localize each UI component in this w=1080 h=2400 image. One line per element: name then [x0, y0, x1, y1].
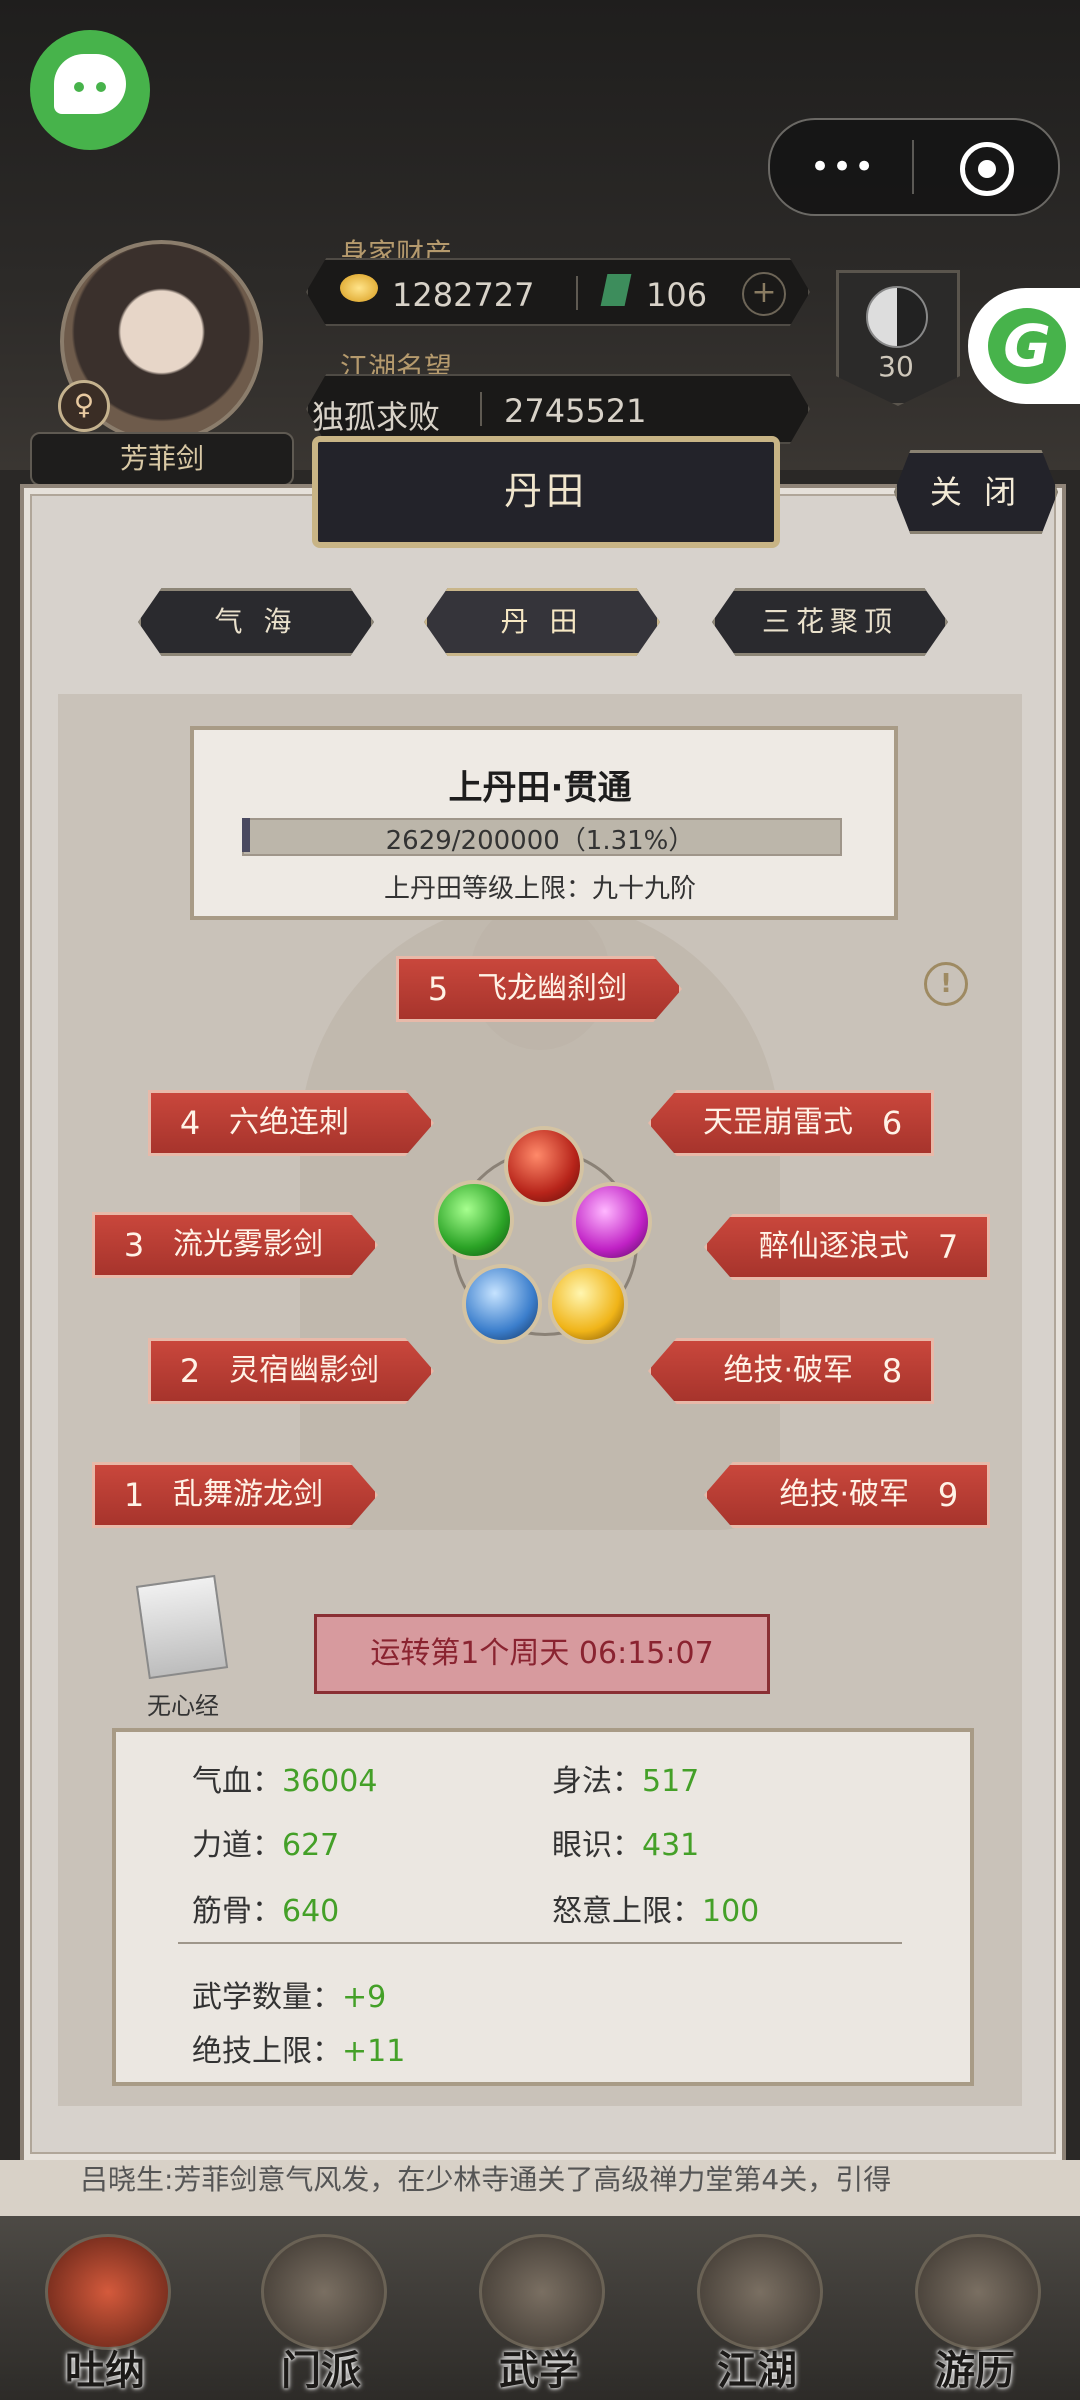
stat-rage: 怒意上限：100: [552, 1894, 760, 1929]
floating-g-button[interactable]: G: [968, 288, 1080, 404]
close-button[interactable]: 关 闭: [894, 450, 1058, 534]
skill-name: 乱舞游龙剑: [173, 1477, 323, 1512]
tab-sanhua[interactable]: 三花聚顶: [712, 588, 948, 656]
skill-number: 3: [123, 1226, 145, 1264]
skill-number: 4: [179, 1104, 201, 1142]
skill-name: 绝技·破军: [723, 1353, 853, 1388]
stat-strength: 力道：627: [192, 1828, 340, 1863]
app-logo-icon[interactable]: [30, 30, 150, 150]
nav-menpai[interactable]: 门派: [246, 2228, 396, 2394]
skill-name: 灵宿幽影剑: [229, 1353, 379, 1388]
info-alert-icon[interactable]: !: [924, 962, 968, 1006]
skill-number: 8: [881, 1352, 903, 1390]
scripture-book-icon[interactable]: [135, 1574, 229, 1680]
skill-slot-6[interactable]: 6 天罡崩雷式: [648, 1090, 934, 1156]
nav-jianghu[interactable]: 江湖: [682, 2228, 832, 2394]
gold-ingot-icon: [340, 274, 378, 302]
skill-slot-8[interactable]: 8 绝技·破军: [648, 1338, 934, 1404]
nav-label: 门派: [281, 2347, 361, 2394]
red-gem-icon[interactable]: [504, 1126, 584, 1206]
sect-icon: [261, 2234, 387, 2350]
realm-progress-text: 2629/200000（1.31%）: [385, 826, 695, 856]
wealth-bar: [306, 258, 810, 326]
add-currency-button[interactable]: +: [742, 272, 786, 316]
fame-value: 2745521: [504, 392, 647, 430]
nav-tuna[interactable]: 吐纳: [30, 2228, 180, 2394]
yellow-gem-icon[interactable]: [548, 1264, 628, 1344]
nav-wuxue[interactable]: 武学: [464, 2228, 614, 2394]
tuna-icon: [45, 2234, 171, 2350]
more-menu-icon[interactable]: •••: [810, 150, 876, 184]
level-number: 30: [878, 350, 914, 383]
gold-amount: 1282727: [392, 276, 535, 314]
close-miniprogram-icon[interactable]: [960, 142, 1014, 196]
stats-divider: [178, 1942, 902, 1944]
gender-icon: ♀: [58, 380, 110, 432]
skill-slot-2[interactable]: 2 灵宿幽影剑: [148, 1338, 434, 1404]
bamboo-hat-icon: [697, 2234, 823, 2350]
skill-name: 醉仙逐浪式: [759, 1229, 909, 1264]
stat-agility: 身法：517: [552, 1764, 700, 1799]
blue-gem-icon[interactable]: [462, 1264, 542, 1344]
stat-martial-count: 武学数量：+9: [192, 1980, 387, 2015]
horse-icon: [915, 2234, 1041, 2350]
taiji-icon: [866, 286, 928, 348]
skill-slot-9[interactable]: 9 绝技·破军: [704, 1462, 990, 1528]
purple-gem-icon[interactable]: [572, 1182, 652, 1262]
world-log: 吕晓生:芳菲剑意气风发，在少林寺通关了高级禅力堂第4关，引得: [0, 2160, 1080, 2216]
nav-label: 江湖: [717, 2347, 797, 2394]
cultivation-timer-button[interactable]: 运转第1个周天 06:15:07: [314, 1614, 770, 1694]
tab-qihai[interactable]: 气 海: [138, 588, 374, 656]
modal-title: 丹田: [503, 469, 588, 513]
skill-slot-1[interactable]: 1 乱舞游龙剑: [92, 1462, 378, 1528]
stat-ultimate-cap: 绝技上限：+11: [192, 2034, 406, 2069]
skill-name: 绝技·破军: [779, 1477, 909, 1512]
skill-slot-3[interactable]: 3 流光雾影剑: [92, 1212, 378, 1278]
stat-hp: 气血：36004: [192, 1764, 378, 1799]
nav-youli[interactable]: 游历: [900, 2228, 1050, 2394]
green-gem-icon[interactable]: [434, 1180, 514, 1260]
miniprogram-capsule: •••: [768, 118, 1060, 216]
skill-name: 流光雾影剑: [173, 1227, 323, 1262]
stat-insight: 眼识：431: [552, 1828, 700, 1863]
skill-number: 1: [123, 1476, 145, 1514]
skill-name: 天罡崩雷式: [703, 1105, 853, 1140]
nav-label: 武学: [499, 2347, 579, 2394]
skill-slot-5[interactable]: 5 飞龙幽刹剑: [396, 956, 682, 1022]
nav-label: 吐纳: [65, 2347, 145, 2394]
skill-number: 6: [881, 1104, 903, 1142]
fame-title: 独孤求败: [312, 398, 441, 436]
skill-name: 六绝连刺: [229, 1105, 349, 1140]
realm-title: 上丹田·贯通: [448, 768, 632, 808]
skill-name: 飞龙幽刹剑: [477, 971, 627, 1006]
martial-books-icon: [479, 2234, 605, 2350]
skill-number: 2: [179, 1352, 201, 1390]
skill-number: 9: [937, 1476, 959, 1514]
jade-amount: 106: [646, 276, 708, 314]
stat-bone: 筋骨：640: [192, 1894, 340, 1929]
skill-slot-4[interactable]: 4 六绝连刺: [148, 1090, 434, 1156]
nav-label: 游历: [935, 2347, 1015, 2394]
skill-number: 5: [427, 970, 449, 1008]
player-name: 芳菲剑: [30, 432, 294, 486]
realm-cap-text: 上丹田等级上限：九十九阶: [383, 874, 696, 904]
tab-dantian[interactable]: 丹 田: [424, 588, 660, 656]
scripture-label: 无心经: [147, 1692, 219, 1720]
g-logo-icon: G: [988, 308, 1066, 384]
skill-slot-7[interactable]: 7 醉仙逐浪式: [704, 1214, 990, 1280]
skill-number: 7: [937, 1228, 959, 1266]
